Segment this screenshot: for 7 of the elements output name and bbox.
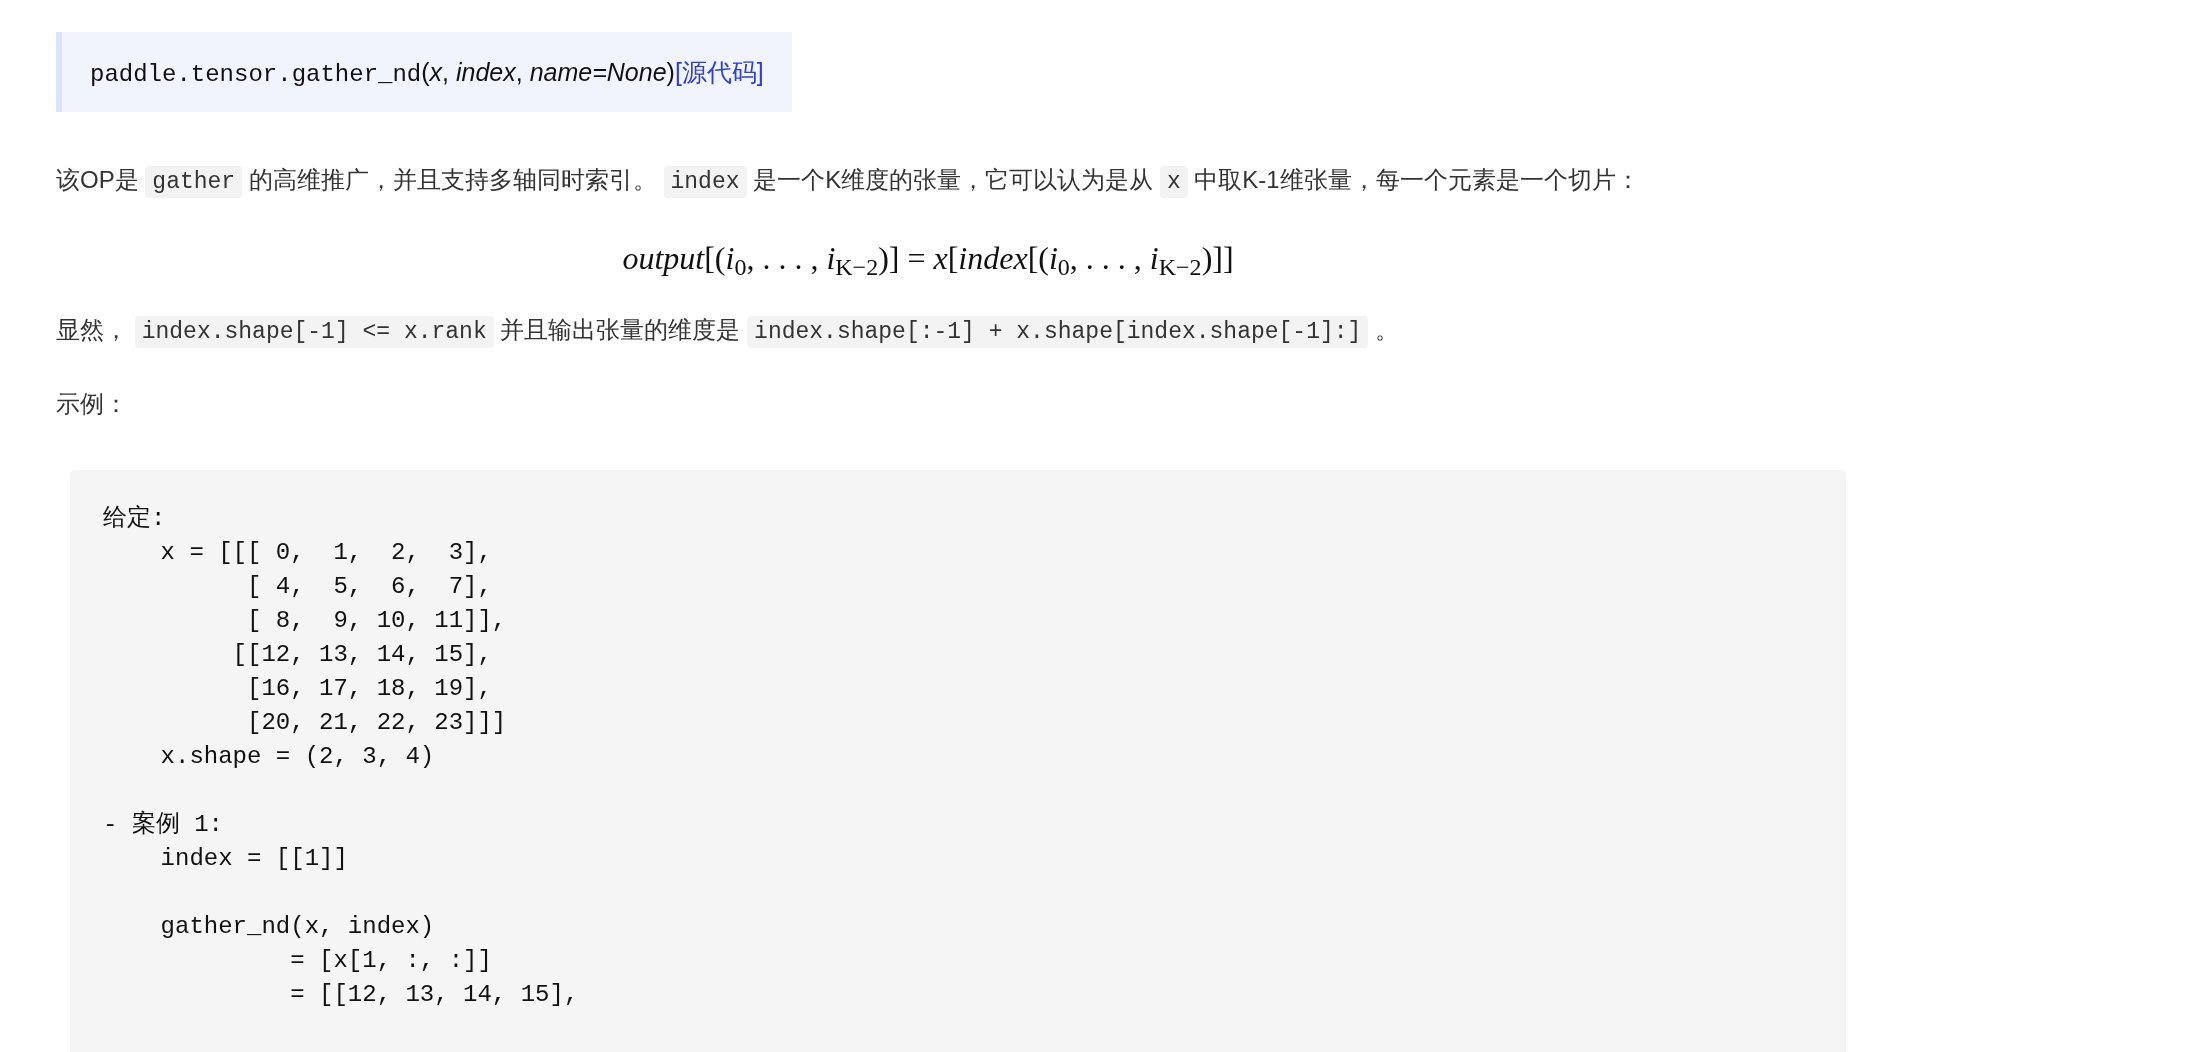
source-link[interactable]: [源代码] [674, 58, 764, 86]
function-signature: paddle.tensor.gather_nd(x, index, name=None)[源代码] [56, 32, 792, 112]
math-formula: output[(i$_{0}$, . . . , i$_{K−2}$)] = x[index[(i$_{0}$, . . . , i$_{K−2}$)]] [621, 239, 1235, 278]
paragraph: 该OP是 gather 的高维推广，并且支持多轴同时索引。 index 是一个K维度的张量，它可以认为是从 x 中取K-1维张量，每一个元素是一个切片： [56, 160, 1846, 202]
code-block: 给定: x = [[[ 0, 1, 2, 3], [ 4, 5, 6, 7], [ 8, 9, 10, 11]], [[12, 13, 14, 15], [16, 17, 18, 19], [20, 21, 22, 23]]] x.shape = (2, 3, 4) - 案例 1: index = [[1]] gather_nd(x, index) = [x[1, :, :]] = [[12, 13, 14, 15], [70, 470, 1846, 1052]
paragraph: 显然， index.shape[-1] <= x.rank 并且输出张量的维度是 index.shape[:-1] + x.shape[index.shape[-1]:] 。 [56, 310, 1846, 352]
paragraph: 示例： [56, 389, 129, 419]
